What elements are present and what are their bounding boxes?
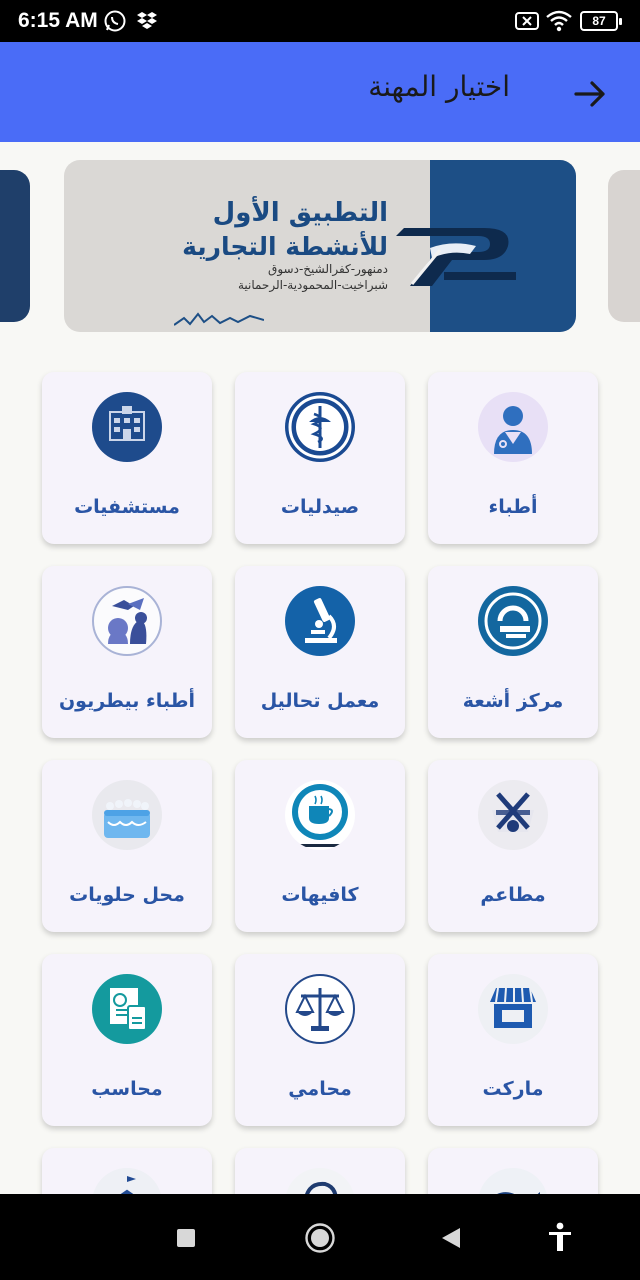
category-card-accountants[interactable]: محاسب — [42, 954, 212, 1126]
category-label: ماركت — [482, 1078, 544, 1100]
category-card-veterinarians[interactable]: أطباء بيطريون — [42, 566, 212, 738]
whatsapp-icon — [104, 10, 126, 32]
wifi-icon — [546, 10, 572, 32]
category-card-sweets[interactable]: محل حلويات — [42, 760, 212, 932]
hospital-icon — [92, 392, 162, 462]
category-card-pharmacies[interactable]: صيدليات — [235, 372, 405, 544]
status-time: 6:15 AM — [18, 9, 98, 32]
brand-logo-icon — [396, 228, 516, 286]
banner-cities-line1: دمنهور-كفرالشيخ-دسوق — [268, 262, 388, 276]
arrow-right-icon[interactable] — [570, 74, 610, 114]
app-bar: اختيار المهنة — [0, 42, 640, 142]
category-label: معمل تحاليل — [260, 690, 380, 712]
banner-slide-next[interactable] — [608, 170, 640, 322]
back-icon[interactable] — [440, 1226, 462, 1250]
recents-icon[interactable] — [176, 1228, 196, 1248]
home-icon[interactable] — [304, 1222, 336, 1254]
banner-slide-previous[interactable] — [0, 170, 30, 322]
category-label: أطباء بيطريون — [58, 690, 196, 712]
category-card-doctors[interactable]: أطباء — [428, 372, 598, 544]
doctor-icon — [478, 392, 548, 462]
restaurant-icon — [478, 780, 548, 850]
page-title: اختيار المهنة — [368, 70, 510, 103]
dropbox-icon — [137, 12, 157, 29]
category-label: أطباء — [488, 496, 538, 518]
banner-subheading: للأنشطة التجارية — [182, 232, 388, 261]
market-icon — [478, 974, 548, 1044]
banner-cities-line2: شبراخيت-المحمودية-الرحمانية — [237, 278, 388, 292]
battery-icon: 87 — [580, 11, 622, 31]
category-label: محامي — [288, 1078, 352, 1100]
category-label: محل حلويات — [69, 884, 185, 906]
category-label: محاسب — [91, 1078, 163, 1100]
category-label: كافيهات — [281, 884, 359, 906]
cake-icon — [92, 780, 162, 850]
category-card-lab[interactable]: معمل تحاليل — [235, 566, 405, 738]
microscope-icon — [285, 586, 355, 656]
banner-wave-decoration — [174, 312, 264, 326]
no-sim-icon — [515, 12, 539, 30]
category-card-lawyers[interactable]: محامي — [235, 954, 405, 1126]
veterinary-icon — [92, 586, 162, 656]
category-label: مركز أشعة — [462, 690, 564, 712]
radiology-icon — [478, 586, 548, 656]
banner-heading: التطبيق الأول — [212, 198, 388, 228]
cafe-icon — [285, 780, 355, 850]
category-card-market[interactable]: ماركت — [428, 954, 598, 1126]
category-card-hospitals[interactable]: مستشفيات — [42, 372, 212, 544]
system-nav-bar — [0, 1194, 640, 1280]
category-label: مطاعم — [480, 884, 546, 906]
category-card-restaurants[interactable]: مطاعم — [428, 760, 598, 932]
category-card-cafes[interactable]: كافيهات — [235, 760, 405, 932]
category-label: صيدليات — [280, 496, 360, 518]
accessibility-icon[interactable] — [547, 1222, 573, 1252]
banner-carousel[interactable]: التطبيق الأول للأنشطة التجارية دمنهور-كف… — [0, 158, 640, 334]
accountant-icon — [92, 974, 162, 1044]
pharmacy-icon — [285, 392, 355, 462]
category-label: مستشفيات — [74, 496, 180, 518]
status-bar: 6:15 AM 87 — [0, 0, 640, 42]
category-card-radiology[interactable]: مركز أشعة — [428, 566, 598, 738]
banner-slide-current[interactable]: التطبيق الأول للأنشطة التجارية دمنهور-كف… — [64, 160, 576, 332]
lawyer-icon — [285, 974, 355, 1044]
